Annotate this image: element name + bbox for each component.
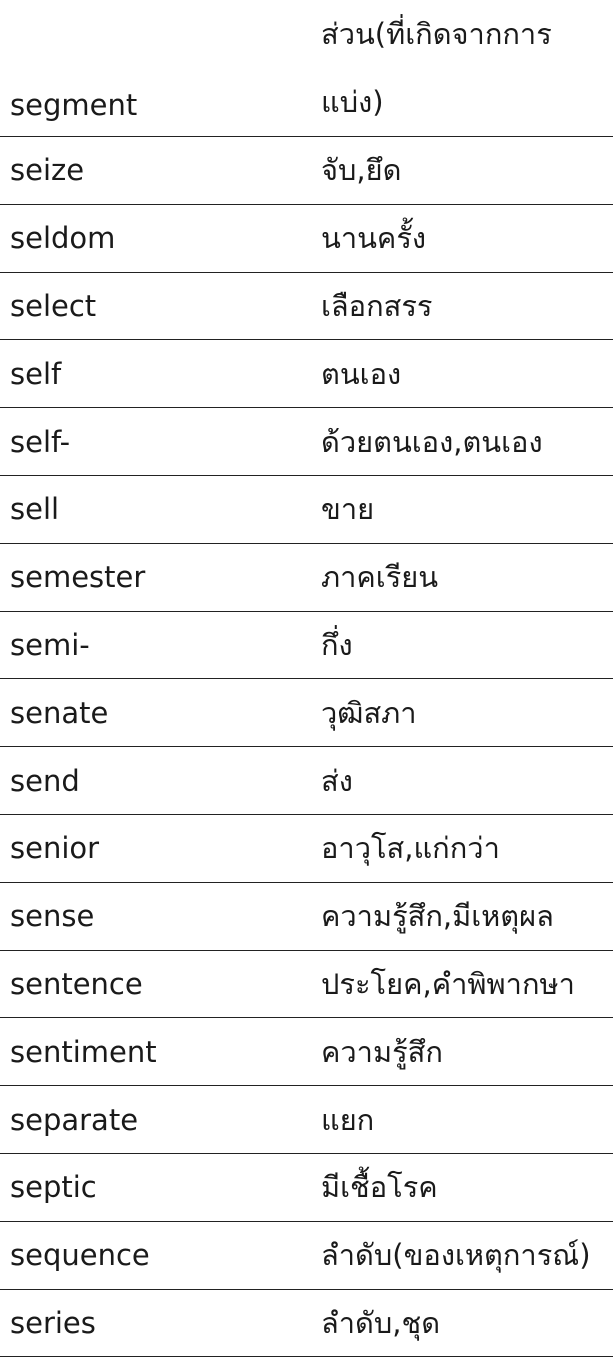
thai-meaning: มีเชื้อโรค bbox=[306, 1153, 613, 1222]
thai-meaning: ขาย bbox=[306, 475, 613, 544]
table-row: sense ความรู้สึก,มีเหตุผล bbox=[0, 882, 613, 951]
table-row: self ตนเอง bbox=[0, 339, 613, 409]
table-row: sentence ประโยค,คำพิพากษา bbox=[0, 950, 613, 1019]
english-word: send bbox=[0, 746, 306, 815]
thai-meaning: นานครั้ง bbox=[306, 204, 613, 273]
english-word: sentiment bbox=[0, 1017, 306, 1087]
thai-meaning: ความรู้สึก,มีเหตุผล bbox=[306, 882, 613, 951]
thai-meaning: ส่ง bbox=[306, 746, 613, 815]
table-row: septic มีเชื้อโรค bbox=[0, 1153, 613, 1222]
thai-meaning: อาวุโส,แก่กว่า bbox=[306, 814, 613, 883]
english-word: septic bbox=[0, 1153, 306, 1222]
english-word: sentence bbox=[0, 950, 306, 1019]
thai-meaning: ความรู้สึก bbox=[306, 1017, 613, 1087]
table-row: separate แยก bbox=[0, 1085, 613, 1154]
table-row: select เลือกสรร bbox=[0, 272, 613, 341]
thai-meaning: ภาคเรียน bbox=[306, 543, 613, 612]
table-row: segment ส่วน(ที่เกิดจากการแบ่ง) bbox=[0, 0, 613, 137]
vocabulary-table-body: segment ส่วน(ที่เกิดจากการแบ่ง) seize จั… bbox=[0, 0, 613, 1357]
english-word: semester bbox=[0, 543, 306, 612]
english-word: seize bbox=[0, 136, 306, 205]
english-word: segment bbox=[0, 0, 306, 137]
english-word: separate bbox=[0, 1085, 306, 1154]
table-row: seize จับ,ยึด bbox=[0, 136, 613, 205]
thai-meaning: เลือกสรร bbox=[306, 272, 613, 341]
english-word: select bbox=[0, 272, 306, 341]
vocabulary-table: segment ส่วน(ที่เกิดจากการแบ่ง) seize จั… bbox=[0, 0, 613, 1357]
thai-meaning: ส่วน(ที่เกิดจากการแบ่ง) bbox=[306, 0, 613, 137]
table-row: seldom นานครั้ง bbox=[0, 204, 613, 273]
english-word: semi- bbox=[0, 611, 306, 680]
english-word: sequence bbox=[0, 1221, 306, 1290]
table-row: send ส่ง bbox=[0, 746, 613, 815]
thai-meaning: จับ,ยึด bbox=[306, 136, 613, 205]
english-word: series bbox=[0, 1289, 306, 1357]
table-row: semi- กึ่ง bbox=[0, 611, 613, 680]
english-word: senior bbox=[0, 814, 306, 883]
english-word: sell bbox=[0, 475, 306, 544]
thai-meaning: ตนเอง bbox=[306, 339, 613, 409]
table-row: self- ด้วยตนเอง,ตนเอง bbox=[0, 407, 613, 476]
table-row: senior อาวุโส,แก่กว่า bbox=[0, 814, 613, 883]
english-word: seldom bbox=[0, 204, 306, 273]
thai-meaning: กึ่ง bbox=[306, 611, 613, 680]
thai-meaning: แยก bbox=[306, 1085, 613, 1154]
table-row: sell ขาย bbox=[0, 475, 613, 544]
table-row: senate วุฒิสภา bbox=[0, 678, 613, 748]
table-row: sequence ลำดับ(ของเหตุการณ์) bbox=[0, 1221, 613, 1290]
english-word: self- bbox=[0, 407, 306, 476]
table-row: sentiment ความรู้สึก bbox=[0, 1017, 613, 1087]
thai-meaning: ลำดับ(ของเหตุการณ์) bbox=[306, 1221, 613, 1290]
thai-meaning: ลำดับ,ชุด bbox=[306, 1289, 613, 1357]
english-word: senate bbox=[0, 678, 306, 748]
english-word: sense bbox=[0, 882, 306, 951]
thai-meaning: ประโยค,คำพิพากษา bbox=[306, 950, 613, 1019]
table-row: semester ภาคเรียน bbox=[0, 543, 613, 612]
thai-meaning: วุฒิสภา bbox=[306, 678, 613, 748]
english-word: self bbox=[0, 339, 306, 409]
thai-meaning: ด้วยตนเอง,ตนเอง bbox=[306, 407, 613, 476]
table-row: series ลำดับ,ชุด bbox=[0, 1289, 613, 1357]
